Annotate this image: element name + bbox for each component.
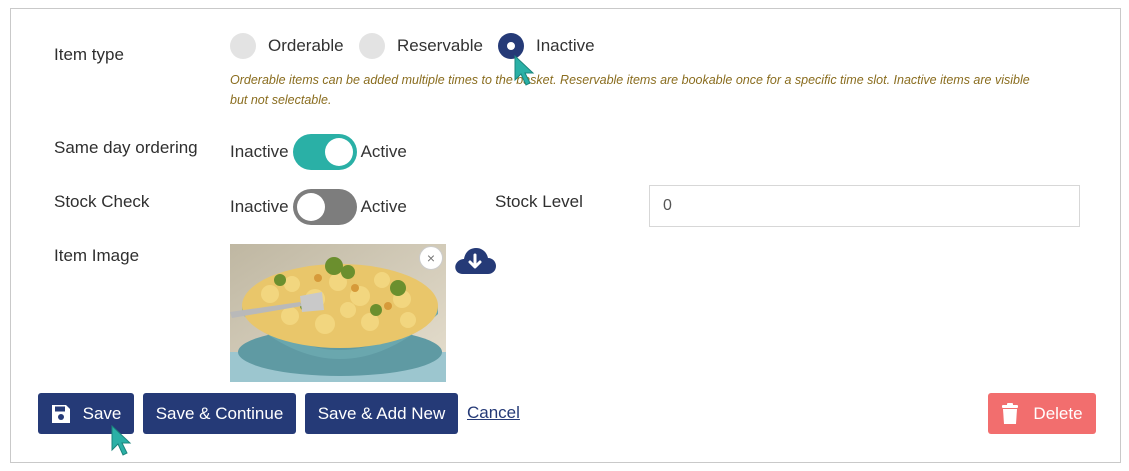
- save-continue-button[interactable]: Save & Continue: [143, 393, 296, 434]
- radio-reservable-circle[interactable]: [359, 33, 385, 59]
- radio-orderable-circle[interactable]: [230, 33, 256, 59]
- same-day-on-text: Active: [360, 142, 407, 161]
- radio-orderable[interactable]: Orderable: [230, 33, 344, 59]
- save-add-new-button[interactable]: Save & Add New: [305, 393, 458, 434]
- item-type-hint: Orderable items can be added multiple ti…: [230, 73, 1030, 107]
- radio-inactive-label: Inactive: [536, 36, 595, 55]
- stock-level-label: Stock Level: [495, 192, 583, 211]
- save-continue-label: Save & Continue: [155, 403, 284, 423]
- food-photo-image: [230, 244, 446, 382]
- same-day-toggle[interactable]: [292, 134, 357, 170]
- save-add-new-label: Save & Add New: [317, 403, 446, 423]
- same-day-toggle-row: Inactive Active: [230, 134, 407, 170]
- same-day-label: Same day ordering: [54, 138, 198, 157]
- delete-button-label: Delete: [1033, 403, 1083, 423]
- close-icon: ×: [426, 250, 436, 266]
- toggle-knob: [296, 193, 325, 221]
- trash-icon: [1002, 402, 1019, 424]
- item-image-preview: [230, 244, 446, 382]
- floppy-disk-icon: [51, 404, 70, 423]
- toggle-knob: [324, 138, 353, 166]
- stock-check-toggle[interactable]: [292, 189, 357, 225]
- stock-level-input[interactable]: [649, 185, 1080, 227]
- radio-orderable-label: Orderable: [268, 36, 344, 55]
- radio-reservable[interactable]: Reservable: [359, 33, 483, 59]
- remove-image-button[interactable]: ×: [419, 246, 443, 270]
- stock-check-label: Stock Check: [54, 192, 150, 211]
- radio-reservable-label: Reservable: [397, 36, 483, 55]
- mouse-cursor-icon: [111, 424, 132, 456]
- cancel-link[interactable]: Cancel: [467, 403, 520, 423]
- same-day-off-text: Inactive: [230, 142, 289, 161]
- stock-check-toggle-row: Inactive Active: [230, 189, 407, 225]
- cloud-download-icon[interactable]: [453, 244, 497, 276]
- item-type-label: Item type: [54, 45, 124, 64]
- save-button-label: Save: [82, 403, 122, 423]
- stock-check-on-text: Active: [360, 197, 407, 216]
- delete-button[interactable]: Delete: [988, 393, 1096, 434]
- stock-check-off-text: Inactive: [230, 197, 289, 216]
- mouse-cursor-icon: [514, 54, 535, 86]
- item-image-label: Item Image: [54, 246, 140, 265]
